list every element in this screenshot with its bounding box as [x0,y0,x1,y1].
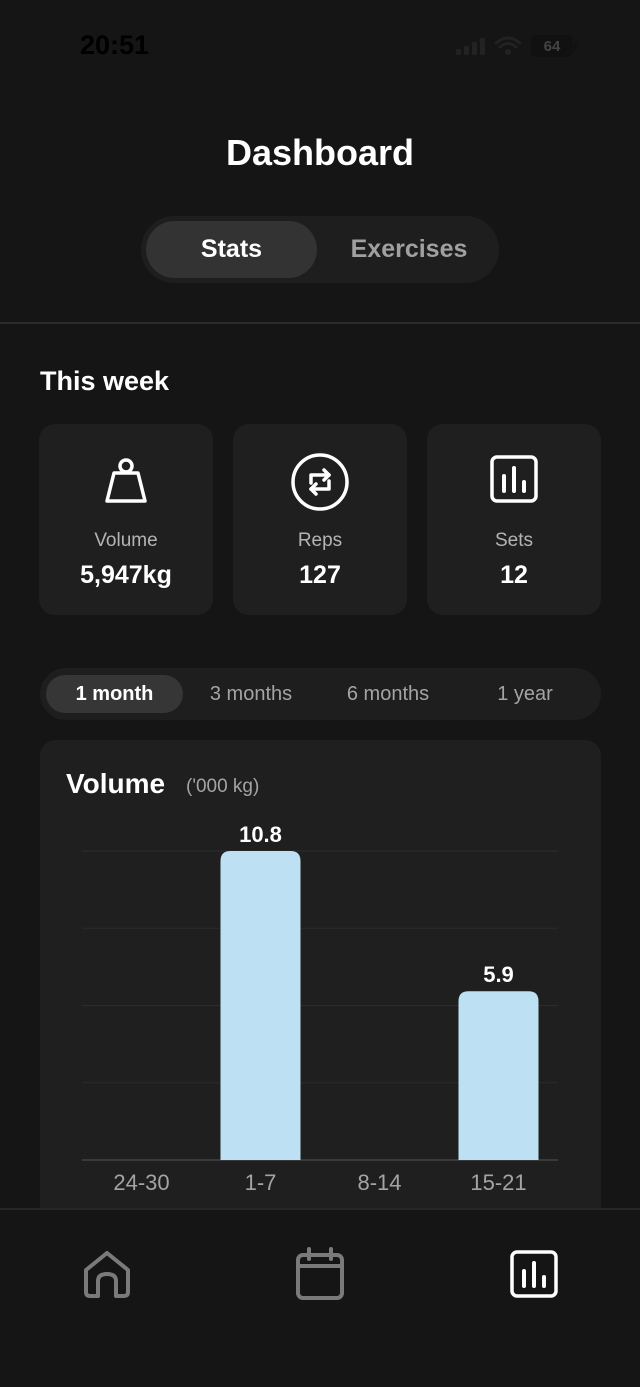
stat-card-volume: Volume 5,947kg [39,424,213,615]
chart-bar-15-21[interactable] [458,991,539,1160]
volume-bar-chart: 24-30 10.8 1-7 8-14 5.9 15-21 [82,822,558,1195]
volume-chart-card: 24-30 10.8 1-7 8-14 5.9 15-21 Volume ('000 kg… [40,740,601,1240]
nav-stats[interactable] [506,1244,562,1304]
chart-data-label: 5.9 [483,962,514,987]
chart-unit: ('000 kg) [186,776,260,797]
stat-label-reps: Reps [297,530,343,551]
stat-label-sets: Sets [494,530,534,551]
section-title-this-week: This week [40,366,170,396]
nav-home[interactable] [79,1244,135,1304]
stats-icon [510,1250,558,1298]
tab-exercises[interactable]: Exercises [324,221,494,278]
bar-chart-icon [490,455,538,503]
nav-calendar[interactable] [292,1244,348,1304]
stat-value-volume: 5,947kg [80,561,172,589]
chart-title: Volume [66,768,166,799]
tab-stats[interactable]: Stats [146,221,317,278]
range-6-months[interactable]: 6 months [326,675,450,713]
stat-card-sets: Sets 12 [427,424,601,615]
calendar-icon [296,1247,344,1300]
chart-bar-1-7[interactable] [220,851,301,1160]
signal-icon [456,37,485,55]
wifi-icon [495,36,521,55]
view-segmented-control: Stats Exercises [141,216,499,283]
range-1-month[interactable]: 1 month [46,675,183,713]
status-icons: 64 [456,35,577,57]
repeat-icon [291,453,349,511]
chart-x-tick-label: 15-21 [470,1170,526,1195]
header-divider [0,322,640,324]
stat-card-reps: Reps 127 [233,424,407,615]
chart-data-label: 10.8 [239,822,282,847]
home-icon [84,1251,130,1298]
bottom-nav [0,1210,640,1387]
stat-value-reps: 127 [299,561,341,589]
chart-x-tick-label: 1-7 [245,1170,277,1195]
weight-icon [105,458,147,503]
status-time: 20:51 [80,30,150,60]
chart-x-tick-label: 8-14 [357,1170,401,1195]
range-1-year[interactable]: 1 year [466,675,584,713]
status-bar: 20:51 64 [0,0,640,96]
chart-x-tick-label: 24-30 [113,1170,169,1195]
stat-value-sets: 12 [500,561,528,589]
page-title: Dashboard [225,132,415,173]
range-selector: 1 month 3 months 6 months 1 year [40,668,601,720]
range-3-months[interactable]: 3 months [190,675,312,713]
stat-label-volume: Volume [94,530,158,551]
battery-icon: 64 [531,35,577,57]
